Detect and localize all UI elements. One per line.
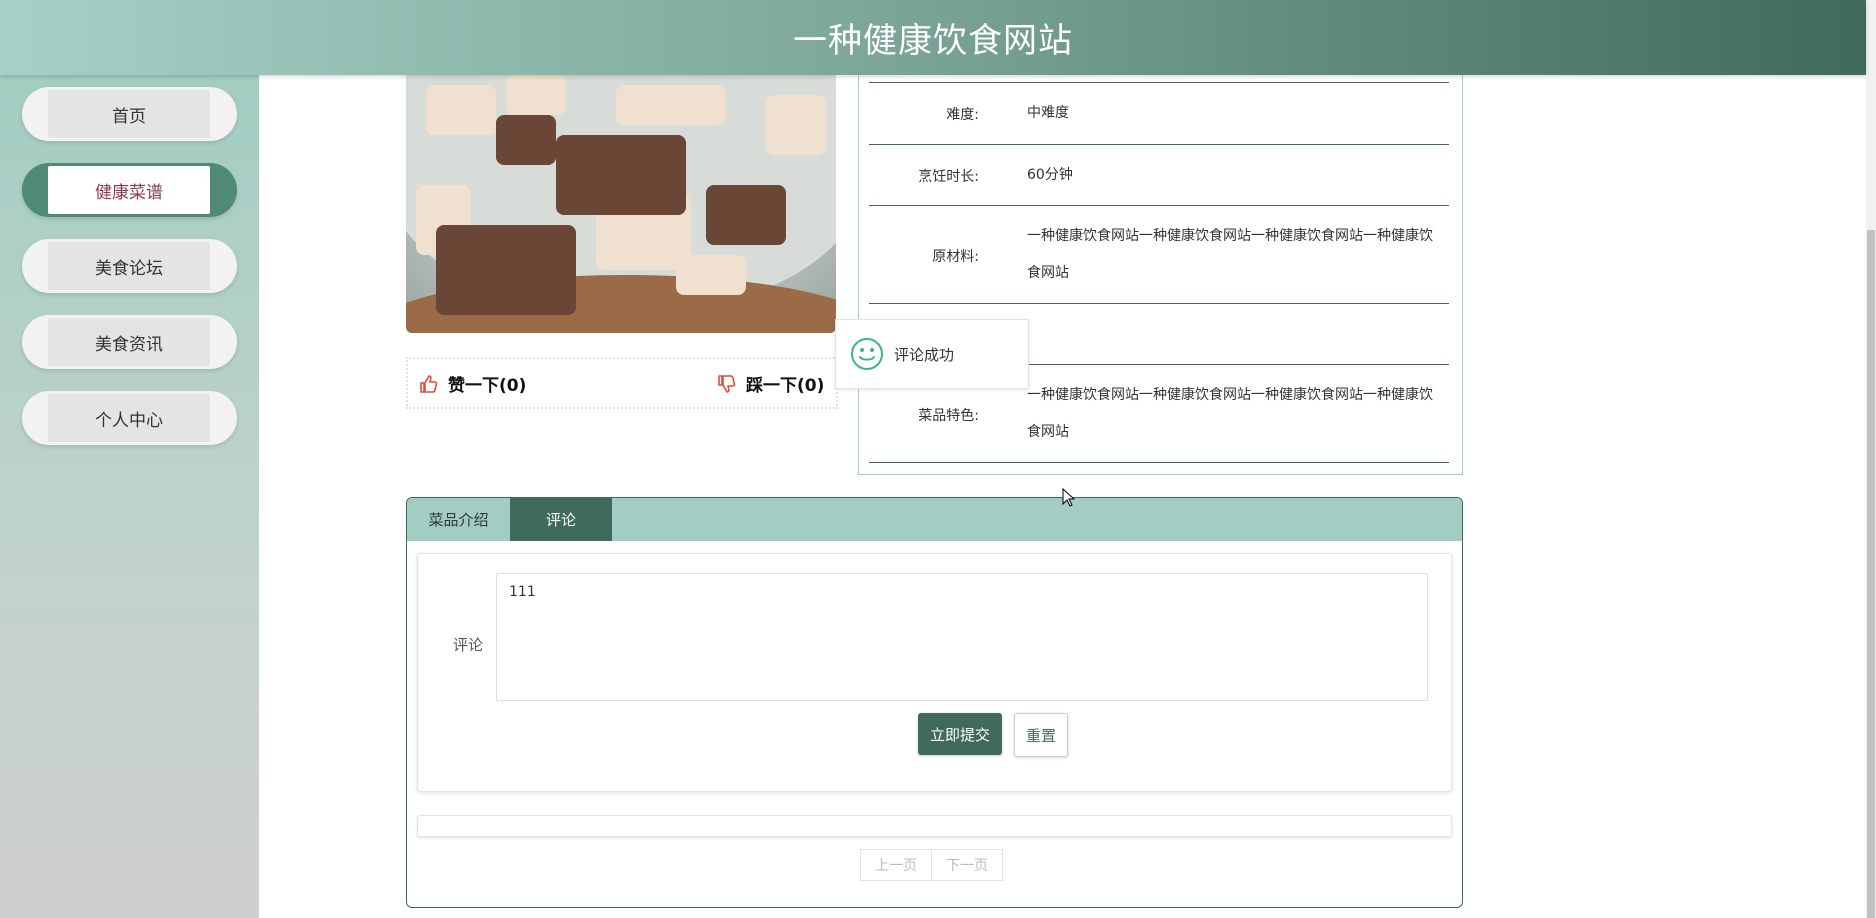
sidebar-item-label: 健康菜谱 — [48, 166, 210, 214]
smiley-icon — [851, 338, 883, 370]
info-value: 一种健康饮食网站一种健康饮食网站一种健康饮食网站一种健康饮食网站 — [1027, 387, 1433, 440]
info-label: 难度: — [946, 107, 979, 123]
beef-chunk — [436, 225, 576, 315]
comment-textarea[interactable]: 111 — [496, 573, 1428, 701]
lotus-slice — [676, 255, 746, 295]
beef-chunk — [556, 135, 686, 215]
info-label: 原材料: — [932, 249, 979, 265]
dislike-button[interactable]: 踩一下(0) — [716, 371, 824, 396]
info-value: 60分钟 — [1027, 167, 1073, 183]
beef-chunk — [496, 115, 556, 165]
info-row-top-divider — [869, 75, 1449, 83]
sidebar-item-food-news[interactable]: 美食资讯 — [22, 315, 237, 369]
sidebar-item-profile[interactable]: 个人中心 — [22, 391, 237, 445]
toast-message: 评论成功 — [894, 345, 955, 364]
prev-page-button[interactable]: 上一页 — [860, 849, 932, 881]
dish-image — [406, 75, 836, 333]
tab-comments[interactable]: 评论 — [510, 498, 612, 541]
sidebar-item-food-forum[interactable]: 美食论坛 — [22, 239, 237, 293]
info-label: 烹饪时长: — [918, 169, 979, 185]
lotus-slice — [426, 85, 496, 135]
thumbs-up-icon — [420, 374, 438, 393]
thumbs-down-icon — [718, 374, 736, 393]
info-value: 一种健康饮食网站一种健康饮食网站一种健康饮食网站一种健康饮食网站 — [1027, 228, 1433, 281]
next-page-button[interactable]: 下一页 — [932, 849, 1003, 881]
info-row-difficulty: 难度: 中难度 — [869, 83, 1449, 145]
scrollbar-thumb[interactable] — [1867, 230, 1875, 918]
site-header: 一种健康饮食网站 — [0, 0, 1866, 75]
vote-bar: 赞一下(0) 踩一下(0) — [406, 357, 838, 409]
like-button[interactable]: 赞一下(0) — [418, 371, 526, 396]
pagination: 上一页 下一页 — [860, 849, 1003, 881]
comment-label: 评论 — [453, 636, 484, 654]
info-label: 菜品特色: — [918, 408, 979, 424]
reset-button[interactable]: 重置 — [1014, 713, 1068, 757]
sidebar-item-home[interactable]: 首页 — [22, 87, 237, 141]
lotus-slice — [616, 85, 726, 125]
success-toast: 评论成功 — [835, 319, 1029, 389]
sidebar-item-label: 个人中心 — [48, 394, 210, 442]
dislike-label: 踩一下(0) — [746, 376, 825, 396]
info-row-cook-time: 烹饪时长: 60分钟 — [869, 145, 1449, 206]
comment-list — [417, 815, 1452, 837]
submit-button[interactable]: 立即提交 — [918, 713, 1002, 755]
mouse-cursor-icon — [1062, 488, 1076, 507]
recipe-details-panel: 难度: 中难度 烹饪时长: 60分钟 原材料: 一种健康饮食网站一种健康饮食网站… — [858, 75, 1463, 475]
sidebar-item-label: 首页 — [48, 90, 210, 138]
sidebar-item-label: 美食论坛 — [48, 242, 210, 290]
tab-bar: 菜品介绍 评论 — [407, 498, 1462, 541]
info-row-ingredients: 原材料: 一种健康饮食网站一种健康饮食网站一种健康饮食网站一种健康饮食网站 — [869, 206, 1449, 304]
site-title: 一种健康饮食网站 — [793, 21, 1073, 61]
page-scrollbar[interactable] — [1866, 0, 1876, 918]
comment-form: 评论 111 立即提交 重置 — [417, 553, 1452, 792]
info-value: 中难度 — [1027, 105, 1069, 121]
sidebar-item-healthy-recipes[interactable]: 健康菜谱 — [22, 163, 237, 217]
beef-chunk — [706, 185, 786, 245]
lotus-slice — [766, 95, 826, 155]
lotus-slice — [506, 75, 566, 115]
like-label: 赞一下(0) — [448, 376, 527, 396]
tabs-panel: 菜品介绍 评论 评论 111 立即提交 重置 上一页 下一页 — [406, 497, 1463, 908]
sidebar: 首页 健康菜谱 美食论坛 美食资讯 个人中心 — [0, 75, 259, 918]
tab-dish-intro[interactable]: 菜品介绍 — [407, 498, 510, 541]
sidebar-item-label: 美食资讯 — [48, 318, 210, 366]
